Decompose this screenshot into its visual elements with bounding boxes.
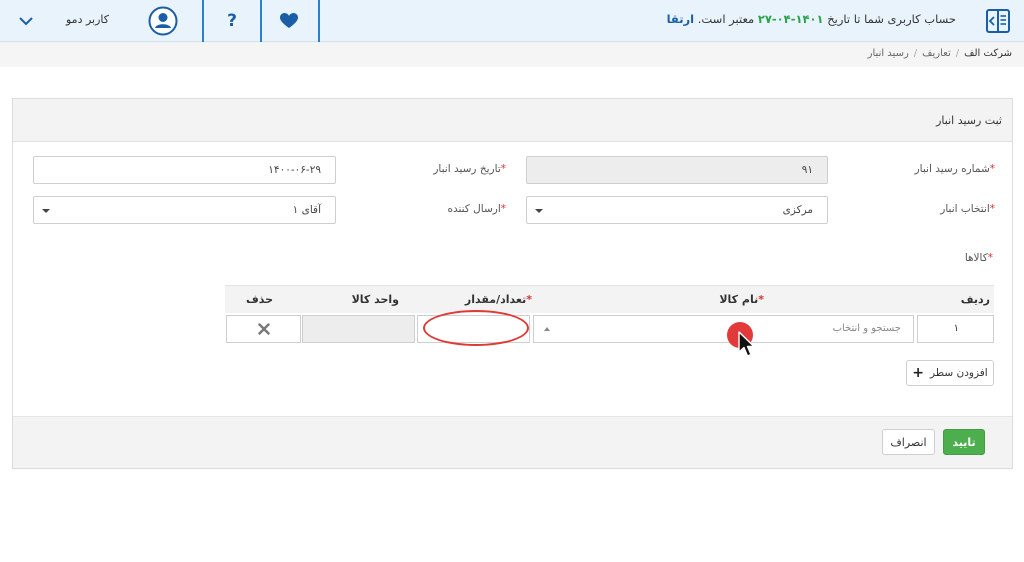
upgrade-link[interactable]: ارتقا <box>667 12 694 26</box>
column-header-row: ردیف <box>960 293 990 306</box>
warehouse-label: *انتخاب انبار <box>940 203 995 215</box>
cancel-button[interactable]: انصراف <box>882 429 935 455</box>
help-icon[interactable]: ? <box>220 9 244 33</box>
warehouse-select[interactable]: مرکزی <box>526 196 828 224</box>
sender-select[interactable]: آقای ۱ <box>33 196 336 224</box>
card-header: ثبت رسید انبار <box>13 99 1012 142</box>
dropdown-caret-icon <box>544 327 550 331</box>
topbar-divider <box>318 0 320 42</box>
highlight-ellipse <box>423 310 529 346</box>
add-row-button[interactable]: افزودن سطر + <box>906 360 994 386</box>
user-icon[interactable] <box>148 6 178 36</box>
goods-table-header: ردیف *نام کالا *تعداد/مقدار واحد کالا حذ… <box>225 285 994 313</box>
receipt-date-field[interactable]: ۱۴۰۰-۰۶-۲۹ <box>33 156 336 184</box>
breadcrumb-item: رسید انبار <box>867 48 909 59</box>
topbar-divider <box>202 0 204 42</box>
receipt-date-label: *تاریخ رسید انبار <box>433 163 506 175</box>
mouse-pointer-icon <box>738 331 755 357</box>
row-number-field[interactable]: ۱ <box>917 315 994 343</box>
expiry-date: ۱۴۰۱-۰۴-۲۷ <box>757 12 824 26</box>
breadcrumb-item[interactable]: شرکت الف <box>964 48 1012 59</box>
subscription-notice: حساب کاربری شما تا تاریخ ۱۴۰۱-۰۴-۲۷ معتب… <box>666 12 956 26</box>
chevron-down-icon[interactable] <box>18 14 34 28</box>
confirm-button[interactable]: تایید <box>943 429 985 455</box>
receipt-form-card: ثبت رسید انبار <box>12 98 1013 469</box>
receipt-number-label: *شماره رسید انبار <box>914 163 995 175</box>
user-name[interactable]: کاربر دمو <box>66 13 109 26</box>
goods-label: *کالاها <box>964 252 993 264</box>
column-header-unit: واحد کالا <box>351 293 399 306</box>
card-footer <box>13 416 1012 468</box>
sender-label: *ارسال کننده <box>447 203 506 215</box>
breadcrumb-bar: شرکت الف/تعاریف/رسید انبار <box>0 42 1024 67</box>
topbar-divider <box>260 0 262 42</box>
dropdown-caret-icon <box>535 209 543 213</box>
breadcrumb-item[interactable]: تعاریف <box>922 48 951 59</box>
top-bar: حساب کاربری شما تا تاریخ ۱۴۰۱-۰۴-۲۷ معتب… <box>0 0 1024 42</box>
page-title: ثبت رسید انبار <box>936 114 1002 127</box>
breadcrumb: شرکت الف/تعاریف/رسید انبار <box>867 48 1012 59</box>
dropdown-caret-icon <box>42 209 50 213</box>
delete-row-button[interactable] <box>226 315 301 343</box>
column-header-delete: حذف <box>245 293 273 306</box>
column-header-product: *نام کالا <box>719 293 764 306</box>
close-icon <box>257 323 270 335</box>
unit-field <box>302 315 415 343</box>
column-header-quantity: *تعداد/مقدار <box>464 293 532 306</box>
product-select[interactable]: جستجو و انتخاب <box>533 315 914 343</box>
plus-icon: + <box>912 365 924 381</box>
receipt-number-field: ۹۱ <box>526 156 828 184</box>
heart-icon[interactable] <box>276 11 302 31</box>
sidebar-toggle-icon[interactable] <box>985 8 1011 34</box>
